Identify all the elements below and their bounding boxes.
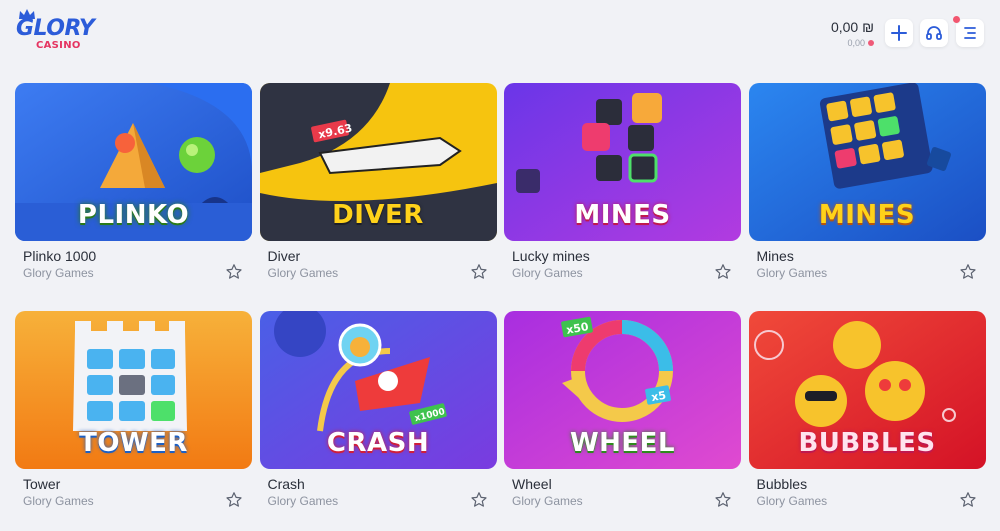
headset-icon [926, 26, 942, 40]
game-card[interactable]: x1000 CRASH Crash Glory Games [259, 311, 497, 511]
game-title[interactable]: Mines [757, 248, 794, 264]
game-title[interactable]: Diver [268, 248, 301, 264]
balance-amount: 0,00 ₪ [830, 19, 874, 35]
game-art-label: DIVER [332, 200, 424, 230]
game-title[interactable]: Plinko 1000 [23, 248, 96, 264]
top-bar: GLORY CASINO 0,00 ₪ 0,00 [0, 0, 1000, 70]
game-provider: Glory Games [756, 494, 828, 508]
favorite-star-icon[interactable] [714, 491, 732, 509]
menu-button[interactable] [956, 19, 984, 47]
game-provider: Glory Games [267, 494, 339, 508]
game-art-label: CRASH [326, 428, 430, 458]
game-card[interactable]: x9.63 DIVER Diver Glory Games [259, 83, 497, 283]
game-thumbnail[interactable]: BUBBLES [748, 311, 986, 469]
game-card[interactable]: x50 x5 WHEEL Wheel Glory Games [504, 311, 741, 511]
favorite-star-icon[interactable] [225, 263, 243, 281]
game-title[interactable]: Crash [268, 476, 305, 492]
plus-icon [891, 25, 907, 41]
game-thumbnail[interactable]: x50 x5 WHEEL [504, 311, 741, 469]
menu-icon [964, 27, 976, 39]
game-provider: Glory Games [512, 494, 583, 508]
bonus-coin-icon [868, 40, 874, 46]
game-card[interactable]: BUBBLES Bubbles Glory Games [748, 311, 986, 511]
support-button[interactable] [920, 19, 948, 47]
game-title[interactable]: Lucky mines [512, 248, 590, 264]
game-thumbnail[interactable]: x1000 CRASH [259, 311, 497, 469]
game-art-label: MINES [574, 200, 671, 230]
game-thumbnail[interactable]: PLINKO [15, 83, 252, 241]
favorite-star-icon[interactable] [959, 263, 977, 281]
game-title[interactable]: Bubbles [757, 476, 808, 492]
game-thumbnail[interactable]: MINES [504, 83, 741, 241]
game-card[interactable]: MINES Lucky mines Glory Games [504, 83, 741, 283]
game-art-label: PLINKO [77, 200, 190, 230]
deposit-button[interactable] [885, 19, 913, 47]
game-art-label: WHEEL [569, 428, 676, 458]
game-thumbnail[interactable]: x9.63 DIVER [259, 83, 497, 241]
game-thumbnail[interactable]: TOWER [15, 311, 252, 469]
game-art-label: BUBBLES [798, 428, 936, 458]
favorite-star-icon[interactable] [714, 263, 732, 281]
game-title[interactable]: Wheel [512, 476, 552, 492]
balance-display[interactable]: 0,00 ₪ 0,00 [831, 19, 874, 49]
game-title[interactable]: Tower [23, 476, 60, 492]
favorite-star-icon[interactable] [959, 491, 977, 509]
game-art-label: TOWER [79, 428, 188, 458]
game-card[interactable]: MINES Mines Glory Games [748, 83, 986, 283]
game-provider: Glory Games [512, 266, 583, 280]
glory-casino-logo[interactable]: GLORY CASINO [16, 9, 98, 56]
favorite-star-icon[interactable] [470, 263, 488, 281]
game-card[interactable]: TOWER Tower Glory Games [15, 311, 252, 511]
logo-subtitle: CASINO [36, 40, 81, 51]
game-art-label: MINES [818, 200, 916, 230]
favorite-star-icon[interactable] [470, 491, 488, 509]
favorite-star-icon[interactable] [225, 491, 243, 509]
logo-wordmark: GLORY [16, 16, 95, 41]
notification-badge [952, 15, 961, 24]
game-provider: Glory Games [23, 494, 94, 508]
games-grid: PLINKO Plinko 1000 Glory Games x9.63 DIV… [15, 83, 986, 511]
game-provider: Glory Games [267, 266, 339, 280]
bonus-balance: 0,00 [831, 37, 874, 49]
game-thumbnail[interactable]: MINES [748, 83, 986, 241]
game-provider: Glory Games [23, 266, 94, 280]
game-card[interactable]: PLINKO Plinko 1000 Glory Games [15, 83, 252, 283]
svg-text:x5: x5 [650, 389, 667, 404]
game-provider: Glory Games [756, 266, 828, 280]
bonus-balance-amount: 0,00 [847, 38, 865, 48]
